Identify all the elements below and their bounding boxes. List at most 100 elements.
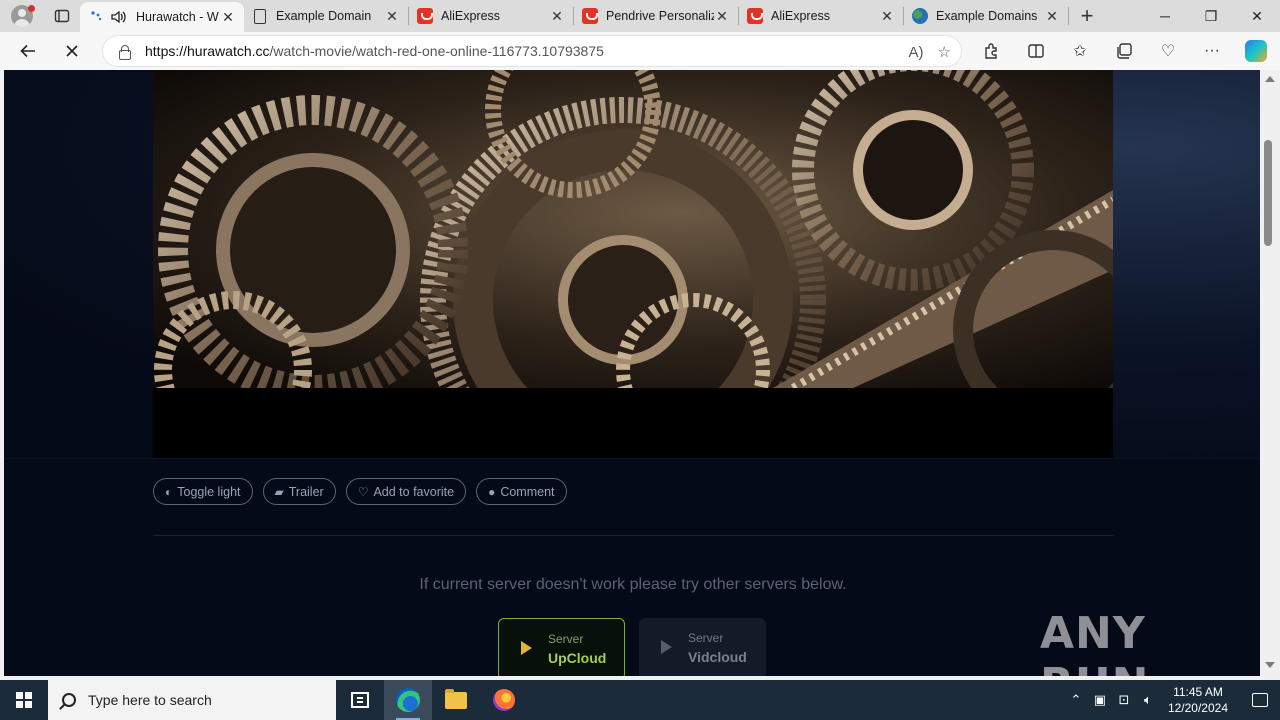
clock-time: 11:45 AM <box>1173 685 1223 699</box>
settings-more-icon[interactable]: ··· <box>1190 32 1234 70</box>
window-frame-left <box>0 70 4 676</box>
volume-icon[interactable]: 🔈︎ <box>1136 692 1160 708</box>
taskbar-search[interactable]: Type here to search <box>48 680 336 720</box>
tab-example-domains[interactable]: Example Domains ✕ <box>904 0 1068 32</box>
window-controls: ─ ❐ ✕ <box>1142 0 1280 32</box>
comment-label: Comment <box>500 484 555 499</box>
url-path: /watch-movie/watch-red-one-online-116773… <box>269 43 604 59</box>
section-divider <box>4 458 1260 459</box>
watch-actions: ◐ Toggle light ▰ Trailer ♡ Add to favori… <box>153 478 567 505</box>
tab-close-icon[interactable]: ✕ <box>714 8 730 25</box>
firefox-taskbar-button[interactable] <box>480 680 528 720</box>
tab-aliexpress-1[interactable]: AliExpress ✕ <box>409 0 573 32</box>
server-label: Server <box>548 632 584 646</box>
trailer-label: Trailer <box>288 484 324 499</box>
stop-loading-button[interactable] <box>54 35 90 67</box>
video-camera-icon: ▰ <box>274 484 284 499</box>
tab-pendrive[interactable]: Pendrive Personaliz ✕ <box>574 0 738 32</box>
favorite-star-icon[interactable]: ☆ <box>938 43 951 61</box>
split-screen-icon[interactable] <box>1014 32 1058 70</box>
tab-actions-button[interactable] <box>44 0 80 32</box>
aliexpress-icon <box>417 8 433 24</box>
new-tab-button[interactable]: + <box>1069 0 1105 32</box>
close-window-button[interactable]: ✕ <box>1234 0 1280 32</box>
tab-close-icon[interactable]: ✕ <box>1044 8 1060 25</box>
minimize-button[interactable]: ─ <box>1142 0 1188 32</box>
lock-icon[interactable] <box>117 44 131 60</box>
clock-date: 12/20/2024 <box>1167 701 1228 715</box>
profile-alert-dot <box>28 5 35 12</box>
page-viewport: ◐ Toggle light ▰ Trailer ♡ Add to favori… <box>4 70 1260 676</box>
browser-essentials-icon[interactable]: ♡ <box>1146 32 1190 70</box>
loading-spinner-icon <box>91 11 102 21</box>
trailer-button[interactable]: ▰ Trailer <box>262 478 336 505</box>
add-to-favorite-button[interactable]: ♡ Add to favorite <box>345 478 467 505</box>
tab-aliexpress-2[interactable]: AliExpress ✕ <box>739 0 903 32</box>
scroll-thumb[interactable] <box>1264 140 1272 246</box>
scroll-down-icon[interactable] <box>1265 662 1275 668</box>
taskbar: Type here to search ⌃ ▣ ⊡ 🔈︎ 11:45 AM 12… <box>0 680 1280 720</box>
read-aloud-icon[interactable]: A) <box>909 44 924 61</box>
document-icon <box>254 8 266 24</box>
edge-taskbar-button[interactable] <box>384 680 432 720</box>
server-upcloud-button[interactable]: Server UpCloud <box>498 618 625 676</box>
contrast-icon: ◐ <box>165 484 173 499</box>
toggle-light-button[interactable]: ◐ Toggle light <box>153 478 253 505</box>
comment-bubble-icon: ● <box>488 484 496 499</box>
network-icon[interactable]: ⊡ <box>1112 692 1136 708</box>
collections-icon[interactable] <box>1102 32 1146 70</box>
device-icon[interactable]: ▣ <box>1088 692 1112 708</box>
tab-close-icon[interactable]: ✕ <box>384 8 400 25</box>
server-label: Server <box>688 631 724 645</box>
address-bar[interactable]: https://hurawatch.cc/watch-movie/watch-r… <box>102 35 962 67</box>
tab-close-icon[interactable]: ✕ <box>549 8 565 25</box>
aliexpress-icon <box>582 8 598 24</box>
chevron-up-icon[interactable]: ⌃ <box>1064 692 1088 708</box>
start-button[interactable] <box>0 680 48 720</box>
aliexpress-icon <box>747 8 763 24</box>
file-explorer-taskbar-button[interactable] <box>432 680 480 720</box>
task-view-icon <box>351 692 369 708</box>
anyrun-watermark: ANY RUN <box>1040 608 1148 676</box>
back-button[interactable] <box>10 35 46 67</box>
url-host: https://hurawatch.cc <box>145 43 270 59</box>
system-tray: ⌃ ▣ ⊡ 🔈︎ 11:45 AM 12/20/2024 <box>1064 680 1280 720</box>
comment-button[interactable]: ● Comment <box>476 478 567 505</box>
tab-hurawatch[interactable]: Hurawatch - W ✕ <box>80 2 244 32</box>
windows-logo-icon <box>16 692 32 708</box>
clock[interactable]: 11:45 AM 12/20/2024 <box>1160 684 1240 716</box>
tab-title: Pendrive Personaliz <box>606 9 714 23</box>
copilot-icon[interactable] <box>1245 40 1267 62</box>
firefox-icon <box>493 689 515 711</box>
tab-example-domain[interactable]: Example Domain ✕ <box>244 0 408 32</box>
favorites-icon[interactable]: ✩ <box>1058 32 1102 70</box>
play-icon <box>661 640 672 654</box>
back-arrow-icon <box>20 44 35 58</box>
toggle-light-label: Toggle light <box>177 484 241 499</box>
close-icon <box>66 45 78 57</box>
server-notice: If current server doesn't work please tr… <box>419 576 847 593</box>
server-list: Server UpCloud Server Vidcloud <box>498 618 766 676</box>
tab-close-icon[interactable]: ✕ <box>879 8 895 25</box>
restore-button[interactable]: ❐ <box>1188 0 1234 32</box>
player-letterbox <box>153 388 1113 458</box>
add-to-favorite-label: Add to favorite <box>373 484 455 499</box>
tab-title: Example Domains <box>936 9 1038 23</box>
tab-title: Example Domain <box>276 9 372 23</box>
profile-button[interactable] <box>0 0 44 32</box>
notification-icon <box>1252 693 1268 707</box>
extensions-icon[interactable] <box>970 32 1014 70</box>
tab-strip: Hurawatch - W ✕ Example Domain ✕ AliExpr… <box>0 0 1280 32</box>
search-placeholder: Type here to search <box>88 692 212 708</box>
tab-title: AliExpress <box>441 9 501 23</box>
scroll-up-icon[interactable] <box>1265 76 1275 82</box>
heart-icon: ♡ <box>357 484 369 499</box>
globe-icon <box>912 8 928 24</box>
tab-close-icon[interactable]: ✕ <box>220 9 236 26</box>
video-frame-gears <box>153 70 1113 388</box>
notification-button[interactable] <box>1240 680 1280 720</box>
server-vidcloud-button[interactable]: Server Vidcloud <box>639 618 766 676</box>
task-view-button[interactable] <box>336 680 384 720</box>
audio-playing-icon[interactable] <box>110 9 128 25</box>
page-scrollbar[interactable] <box>1260 70 1280 676</box>
